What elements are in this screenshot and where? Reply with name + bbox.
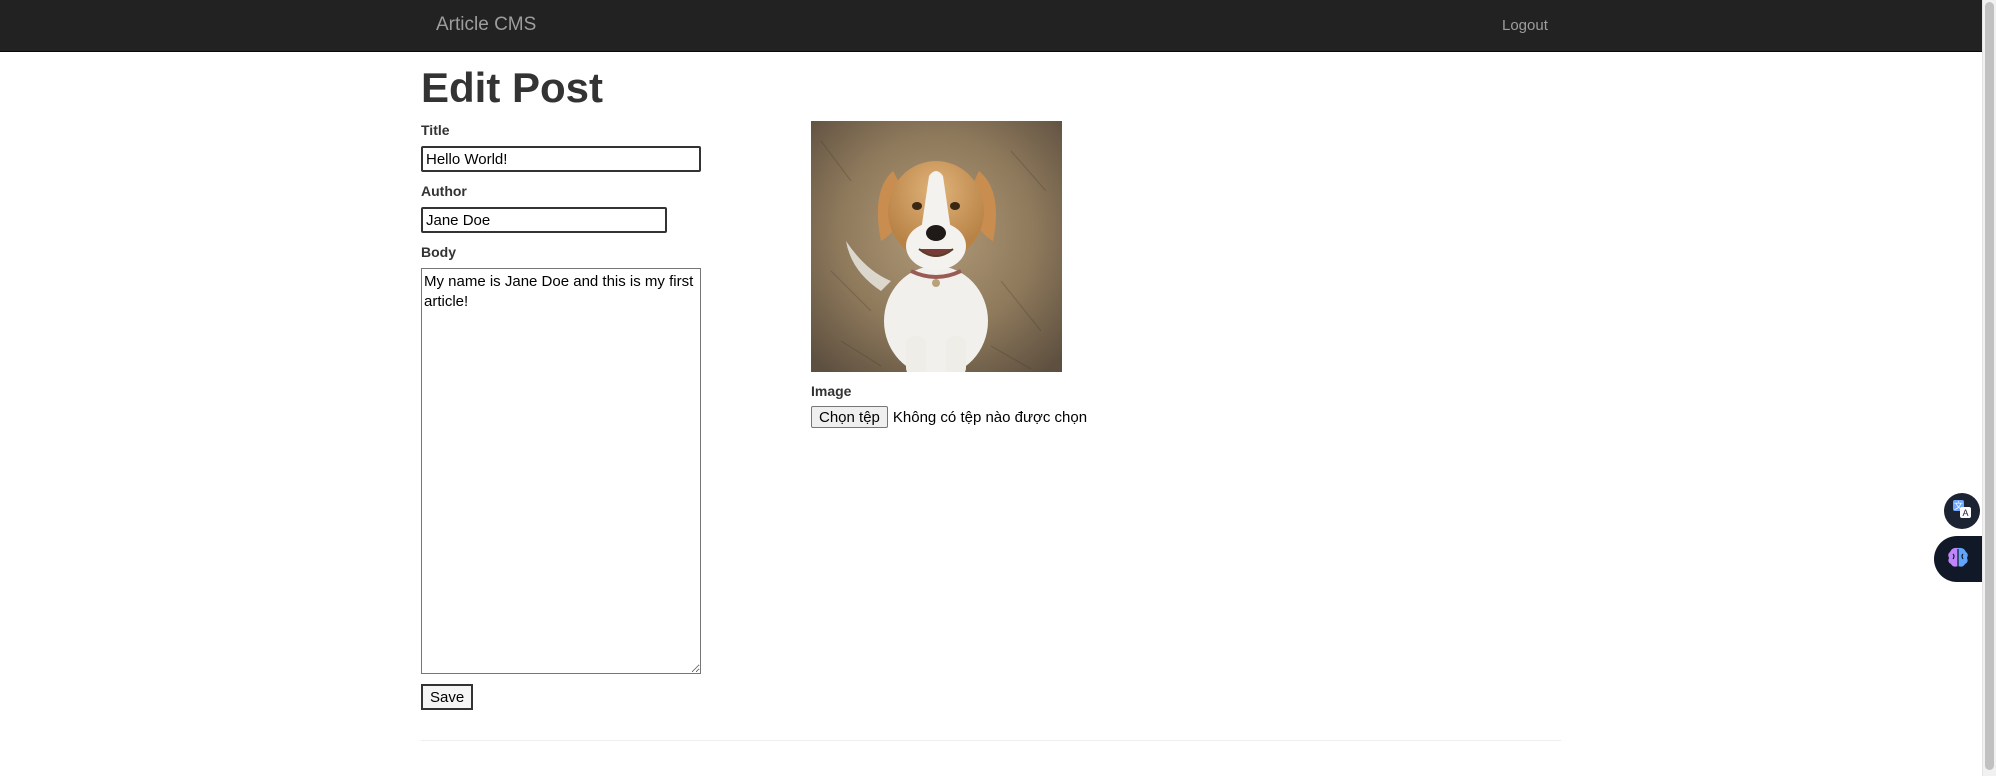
vertical-scrollbar[interactable] bbox=[1982, 0, 1996, 776]
ai-assistant-button[interactable] bbox=[1934, 536, 1982, 582]
image-label: Image bbox=[811, 383, 852, 399]
file-status-text: Không có tệp nào được chọn bbox=[892, 408, 1088, 426]
save-button[interactable]: Save bbox=[421, 684, 474, 710]
body-label: Body bbox=[421, 244, 456, 260]
file-input: Chọn tệp Không có tệp nào được chọn bbox=[811, 406, 1087, 428]
brain-icon bbox=[1945, 544, 1971, 575]
title-label: Title bbox=[421, 122, 450, 138]
scrollbar-thumb[interactable] bbox=[1985, 2, 1994, 770]
title-input[interactable] bbox=[421, 146, 701, 172]
top-navbar: Article CMS Logout bbox=[0, 0, 1982, 52]
brand-link[interactable]: Article CMS bbox=[436, 14, 536, 36]
page-title: Edit Post bbox=[421, 64, 604, 111]
translate-icon: 文 A bbox=[1952, 499, 1972, 524]
choose-file-button[interactable]: Chọn tệp bbox=[811, 406, 888, 428]
svg-text:A: A bbox=[1962, 508, 1968, 518]
author-input[interactable] bbox=[421, 207, 667, 233]
translate-extension-button[interactable]: 文 A bbox=[1944, 493, 1980, 529]
footer-divider bbox=[421, 740, 1561, 741]
body-textarea[interactable]: My name is Jane Doe and this is my first… bbox=[421, 268, 701, 674]
logout-link[interactable]: Logout bbox=[1502, 17, 1548, 34]
post-image bbox=[811, 121, 1062, 372]
author-label: Author bbox=[421, 183, 467, 199]
